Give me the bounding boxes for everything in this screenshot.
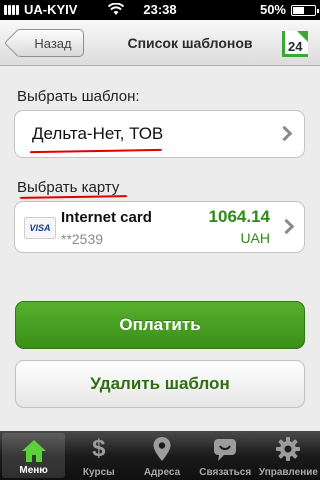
back-button-label: Назад — [34, 35, 72, 51]
logo-text: 24 — [288, 39, 303, 54]
chat-icon — [214, 439, 237, 461]
dollar-icon: $ — [92, 435, 106, 462]
page-title: Список шаблонов — [127, 35, 253, 51]
template-label: Выбрать шаблон: — [17, 88, 140, 105]
tab-label: Курсы — [82, 467, 115, 478]
battery-percent: 50% — [259, 2, 286, 17]
tab-label: Связаться — [199, 467, 252, 478]
status-bar: UA-KYIV 23:38 50% — [0, 0, 320, 20]
battery-icon — [291, 5, 319, 16]
card-label: Выбрать карту — [17, 179, 120, 196]
tab-label: Меню — [19, 465, 48, 476]
annotation-underline — [19, 195, 128, 199]
chevron-right-icon — [276, 125, 293, 142]
tab-settings[interactable]: Управление — [257, 431, 320, 480]
visa-icon: VISA — [24, 217, 56, 239]
navigation-bar: Назад Список шаблонов 24 — [0, 20, 320, 66]
tab-label: Адреса — [143, 467, 181, 478]
template-value: Дельта-Нет, ТОВ — [32, 124, 164, 143]
card-currency: UAH — [240, 230, 270, 246]
tab-menu[interactable]: Меню — [2, 433, 66, 478]
tab-bar: Меню $ Курсы Адреса Связаться Управление — [0, 431, 320, 480]
pay-button[interactable]: Оплатить — [15, 301, 305, 349]
tab-rates[interactable]: $ Курсы — [67, 431, 130, 480]
card-number: **2539 — [61, 231, 104, 247]
map-pin-icon — [153, 437, 171, 461]
tab-label: Управление — [258, 467, 318, 478]
card-balance: 1064.14 — [208, 207, 270, 226]
tab-contact[interactable]: Связаться — [194, 431, 257, 480]
gear-icon — [276, 437, 301, 461]
home-icon — [21, 440, 46, 462]
back-button[interactable]: Назад — [16, 29, 84, 57]
delete-template-button[interactable]: Удалить шаблон — [15, 360, 305, 408]
tab-addresses[interactable]: Адреса — [130, 431, 193, 480]
card-selector[interactable]: VISA Internet card **2539 1064.14 UAH — [14, 201, 305, 253]
card-brand: VISA — [29, 223, 51, 233]
card-name: Internet card — [61, 209, 152, 226]
privat24-logo: 24 — [282, 31, 308, 57]
chevron-right-icon — [278, 218, 295, 235]
